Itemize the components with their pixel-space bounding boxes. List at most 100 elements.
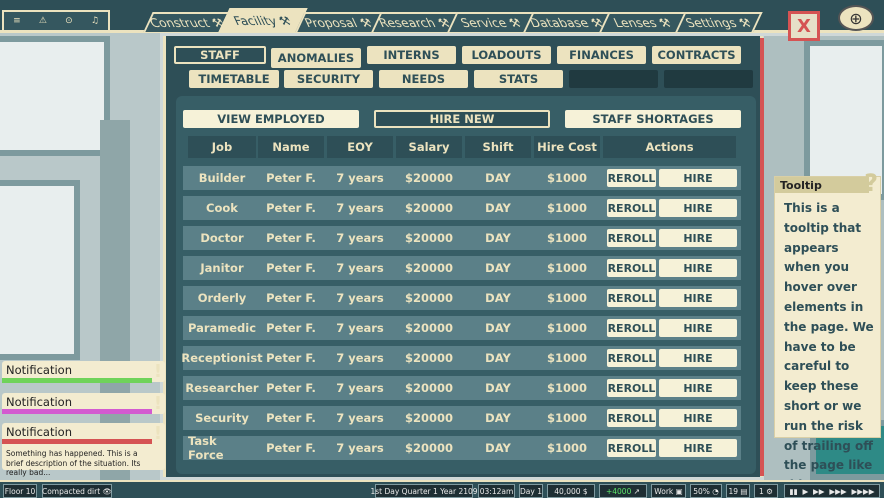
tab-database[interactable]: Database ⚒ [523,12,611,32]
tab-construct[interactable]: Construct ⚒ [143,12,231,32]
reroll-button[interactable]: REROLL [607,229,656,247]
faster-icon[interactable]: ▶▶▶ [829,487,846,496]
bg-window [0,180,80,360]
hire-button[interactable]: HIRE [659,349,737,367]
reroll-button[interactable]: REROLL [607,349,656,367]
reroll-button[interactable]: REROLL [607,169,656,187]
reroll-button[interactable]: REROLL [607,289,656,307]
view-employed-button[interactable]: VIEW EMPLOYED [183,110,359,128]
reroll-button[interactable]: REROLL [607,439,656,457]
cell-job: Cook [206,201,238,215]
cell-eoy: 7 years [336,411,384,425]
close-button[interactable]: X [788,11,820,41]
fast-forward-icon[interactable]: ▶▶ [813,487,825,496]
sound-icon[interactable]: ♫ [91,16,99,26]
alert-icon: ! [153,393,163,414]
staff-shortages-button[interactable]: STAFF SHORTAGES [565,110,741,128]
subtab-needs[interactable]: NEEDS [379,70,468,88]
cell-job: Janitor [200,261,244,275]
subtab-timetable[interactable]: TIMETABLE [189,70,279,88]
hire-button[interactable]: HIRE [659,319,737,337]
panel-divider [760,38,764,476]
notification-3[interactable]: Notification ! Something has happened. T… [2,423,165,477]
subtab-loadouts[interactable]: LOADOUTS [462,46,551,64]
subtab-staff[interactable]: STAFF [174,46,266,64]
reroll-button[interactable]: REROLL [607,379,656,397]
table-row: Researcher Peter F. 7 years $20000 DAY $1000 R… [183,376,741,400]
day-display: Day 1 [519,484,543,498]
tab-facility[interactable]: Facility ⚒ [218,8,308,32]
subtab-finances[interactable]: FINANCES [557,46,646,64]
fastest-icon[interactable]: ▶▶▶▶ [851,487,874,496]
subtab-stats[interactable]: STATS [474,70,563,88]
staff-count[interactable]: 19 ▤ [726,484,750,498]
tab-lenses[interactable]: Lenses ⚒ [599,12,687,32]
hire-button[interactable]: HIRE [659,259,737,277]
main-tabs: Construct ⚒ Facility ⚒ Proposal ⚒ Resear… [143,8,763,32]
mode-toggle[interactable]: Work ▣ [651,484,686,498]
play-icon[interactable]: ▶ [802,487,808,496]
subtab-security[interactable]: SECURITY [284,70,373,88]
hire-button[interactable]: HIRE [659,439,737,457]
tab-service[interactable]: Service ⚒ [447,12,535,32]
cell-job: Receptionist [181,351,263,365]
cell-hire-cost: $1000 [546,411,587,425]
cell-job: Task Force [188,434,224,462]
cell-name: Peter F. [266,411,316,425]
col-eoy: EOY [327,136,393,158]
notification-2[interactable]: Notification ! [2,393,165,414]
hammer-icon: ⚒ [656,16,674,30]
col-salary: Salary [396,136,462,158]
globe-icon[interactable]: ⊕ [838,5,874,31]
cell-shift: DAY [485,441,511,455]
terrain-indicator[interactable]: Compacted dirt 👁 [42,484,112,498]
hire-button[interactable]: HIRE [659,169,737,187]
cell-eoy: 7 years [336,291,384,305]
clock-icon[interactable]: ⊙ [65,16,73,26]
cell-name: Peter F. [266,351,316,365]
cell-name: Peter F. [266,381,316,395]
tab-proposal[interactable]: Proposal ⚒ [295,12,383,32]
menu-icon[interactable]: ≡ [13,16,21,26]
cell-salary: $20000 [404,351,453,365]
notification-body: Something has happened. This is a brief … [6,449,141,477]
reroll-button[interactable]: REROLL [607,259,656,277]
subtab-empty [664,70,753,88]
cell-shift: DAY [485,201,511,215]
subtab-interns[interactable]: INTERNS [367,46,456,64]
reroll-button[interactable]: REROLL [607,319,656,337]
hire-button[interactable]: HIRE [659,199,737,217]
cell-shift: DAY [485,171,511,185]
subtab-contracts[interactable]: CONTRACTS [652,46,741,64]
hire-button[interactable]: HIRE [659,409,737,427]
hire-button[interactable]: HIRE [659,379,737,397]
cell-hire-cost: $1000 [546,441,587,455]
reroll-button[interactable]: REROLL [607,409,656,427]
tab-settings[interactable]: Settings ⚒ [675,12,763,32]
hire-new-button[interactable]: HIRE NEW [374,110,550,128]
alert-icon: ! [153,423,163,444]
notification-title: Notification [6,363,72,377]
pause-icon[interactable]: ▮▮ [789,487,797,496]
floor-indicator[interactable]: Floor 10 [3,484,37,498]
warning-icon[interactable]: ⚠ [39,16,47,26]
subtab-anomalies[interactable]: ANOMALIES [271,48,361,68]
tooltip-title: Tooltip [775,177,869,193]
cell-shift: DAY [485,291,511,305]
cell-shift: DAY [485,381,511,395]
cell-job: Researcher [185,381,259,395]
cell-eoy: 7 years [336,381,384,395]
hire-button[interactable]: HIRE [659,289,737,307]
cell-salary: $20000 [404,231,453,245]
alerts-count[interactable]: 1 ⚙ [754,484,778,498]
tab-research[interactable]: Research ⚒ [371,12,459,32]
speed-controls: ▮▮ ▶ ▶▶ ▶▶▶ ▶▶▶▶ [784,484,880,498]
reroll-button[interactable]: REROLL [607,199,656,217]
table-row: Task Force Peter F. 7 years $20000 DAY $1000 R… [183,434,741,462]
cell-job: Paramedic [187,321,257,335]
notification-1[interactable]: Notification ! [2,361,165,383]
cell-hire-cost: $1000 [546,291,587,305]
cell-name: Peter F. [266,291,316,305]
hire-button[interactable]: HIRE [659,229,737,247]
alert-gear-icon: ⚙ [766,486,773,496]
